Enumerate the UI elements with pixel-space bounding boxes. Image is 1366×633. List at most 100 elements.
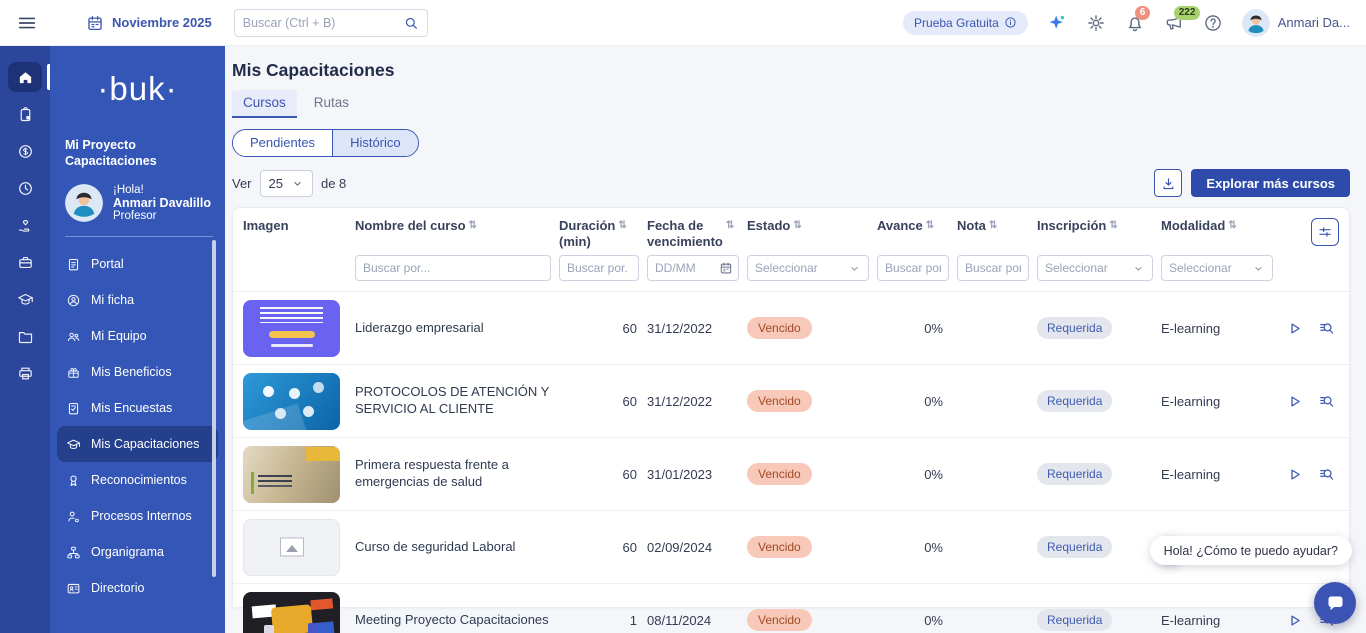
rail-time-icon[interactable] — [8, 173, 42, 203]
status-badge: Vencido — [747, 463, 812, 485]
page-size-select[interactable]: 25 — [260, 170, 313, 197]
filter-duracion-input[interactable] — [559, 255, 639, 281]
settings-gear-icon[interactable] — [1086, 13, 1106, 33]
course-progress: 0% — [877, 613, 949, 628]
chat-greeting-bubble[interactable]: Hola! ¿Cómo te puedo ayudar? — [1150, 536, 1352, 565]
sidebar-item-directorio[interactable]: Directorio — [57, 570, 218, 606]
sort-icon[interactable] — [1228, 220, 1236, 232]
status-segmented-control: Pendientes Histórico — [232, 129, 419, 157]
sort-icon[interactable] — [926, 220, 934, 232]
user-circle-icon — [66, 293, 81, 308]
sort-icon[interactable] — [1109, 220, 1117, 232]
calendar-icon — [86, 14, 104, 32]
notifications-button[interactable]: 6 — [1125, 13, 1145, 33]
sidebar-item-label: Mis Beneficios — [91, 365, 172, 379]
view-details-icon[interactable] — [1318, 320, 1335, 337]
segment-pendientes[interactable]: Pendientes — [233, 130, 332, 156]
ai-sparkle-icon[interactable] — [1047, 13, 1067, 33]
sidebar-item-portal[interactable]: Portal — [57, 246, 218, 282]
announcements-count-badge: 222 — [1174, 6, 1201, 20]
course-name: Liderazgo empresarial — [355, 320, 551, 337]
rail-benefits-icon[interactable] — [8, 210, 42, 240]
rail-remunerations-icon[interactable] — [8, 136, 42, 166]
sort-icon[interactable] — [726, 220, 734, 232]
trial-badge[interactable]: Prueba Gratuita — [903, 11, 1028, 35]
sidebar-scrollbar[interactable] — [212, 240, 216, 577]
sidebar-item-mis-encuestas[interactable]: Mis Encuestas — [57, 390, 218, 426]
user-menu[interactable]: Anmari Da... — [1242, 9, 1350, 37]
view-details-icon[interactable] — [1318, 393, 1335, 410]
enrollment-badge: Requerida — [1037, 463, 1112, 485]
table-body: Liderazgo empresarial 60 31/12/2022 Venc… — [233, 291, 1349, 633]
course-name: Primera respuesta frente a emergencias d… — [355, 457, 551, 491]
rail-documents-icon[interactable] — [8, 321, 42, 351]
sort-icon[interactable] — [469, 220, 477, 232]
hamburger-menu-icon[interactable] — [16, 12, 38, 34]
filter-avance-input[interactable] — [877, 255, 949, 281]
sort-icon[interactable] — [989, 220, 997, 232]
play-course-icon[interactable] — [1286, 320, 1303, 337]
sliders-icon — [1317, 224, 1333, 240]
users-icon — [66, 329, 81, 344]
course-name: Curso de seguridad Laboral — [355, 539, 551, 556]
announcements-button[interactable]: 222 — [1164, 13, 1184, 33]
search-input[interactable] — [243, 16, 403, 30]
view-details-icon[interactable] — [1318, 466, 1335, 483]
course-duration: 60 — [559, 321, 639, 336]
sidebar-item-mis-beneficios[interactable]: Mis Beneficios — [57, 354, 218, 390]
survey-icon — [66, 401, 81, 416]
course-progress: 0% — [877, 321, 949, 336]
sort-icon[interactable] — [793, 220, 801, 232]
col-header-nombre: Nombre del curso — [355, 218, 551, 234]
sidebar-item-label: Mi ficha — [91, 293, 134, 307]
course-duration: 1 — [559, 613, 639, 628]
rail-training-icon[interactable] — [8, 284, 42, 314]
tab-cursos[interactable]: Cursos — [232, 90, 297, 118]
download-button[interactable] — [1154, 169, 1182, 197]
sidebar-user-name: Anmari Davalillo — [113, 196, 211, 210]
download-icon — [1161, 176, 1176, 191]
sidebar-item-mis-capacitaciones[interactable]: Mis Capacitaciones — [57, 426, 218, 462]
period-selector[interactable]: Noviembre 2025 — [86, 14, 212, 32]
sidebar-item-mi-ficha[interactable]: Mi ficha — [57, 282, 218, 318]
filter-estado-select[interactable]: Seleccionar — [747, 255, 869, 281]
column-settings-button[interactable] — [1311, 218, 1339, 246]
filter-modalidad-select[interactable]: Seleccionar — [1161, 255, 1273, 281]
award-icon — [66, 473, 81, 488]
segment-historico[interactable]: Histórico — [332, 130, 418, 156]
help-icon[interactable] — [1203, 13, 1223, 33]
filter-inscripcion-select[interactable]: Seleccionar — [1037, 255, 1153, 281]
sidebar-item-organigrama[interactable]: Organigrama — [57, 534, 218, 570]
global-search[interactable] — [234, 9, 428, 37]
sort-icon[interactable] — [618, 220, 626, 232]
explore-courses-button[interactable]: Explorar más cursos — [1191, 169, 1350, 197]
tab-rutas[interactable]: Rutas — [303, 90, 360, 118]
topbar: Noviembre 2025 Prueba Gratuita 6 222 — [0, 0, 1366, 46]
document-icon — [66, 257, 81, 272]
filter-nota-input[interactable] — [957, 255, 1029, 281]
sidebar-item-label: Procesos Internos — [91, 509, 192, 523]
rail-talent-icon[interactable] — [8, 247, 42, 277]
play-course-icon[interactable] — [1286, 393, 1303, 410]
play-course-icon[interactable] — [1286, 612, 1303, 629]
course-progress: 0% — [877, 394, 949, 409]
course-thumbnail — [243, 519, 340, 576]
chat-launcher-button[interactable] — [1314, 582, 1356, 624]
table-row: Primera respuesta frente a emergencias d… — [233, 437, 1349, 510]
rail-tasks-icon[interactable] — [8, 99, 42, 129]
sidebar-item-label: Reconocimientos — [91, 473, 187, 487]
rail-home-icon[interactable] — [8, 62, 42, 92]
col-header-nota: Nota — [957, 218, 1029, 234]
sidebar-item-procesos-internos[interactable]: Procesos Internos — [57, 498, 218, 534]
project-name: Mi Proyecto Capacitaciones — [65, 138, 211, 169]
tabs: Cursos Rutas — [232, 90, 1350, 118]
sidebar-item-mi-equipo[interactable]: Mi Equipo — [57, 318, 218, 354]
play-course-icon[interactable] — [1286, 466, 1303, 483]
filter-nombre-input[interactable] — [355, 255, 551, 281]
rail-assets-icon[interactable] — [8, 358, 42, 388]
filter-fecha-input[interactable] — [647, 255, 739, 281]
table-row: PROTOCOLOS DE ATENCIÓN Y SERVICIO AL CLI… — [233, 364, 1349, 437]
sidebar-item-reconocimientos[interactable]: Reconocimientos — [57, 462, 218, 498]
topbar-right: Prueba Gratuita 6 222 Anmari Da... — [903, 9, 1350, 37]
sidebar-item-label: Mis Encuestas — [91, 401, 172, 415]
